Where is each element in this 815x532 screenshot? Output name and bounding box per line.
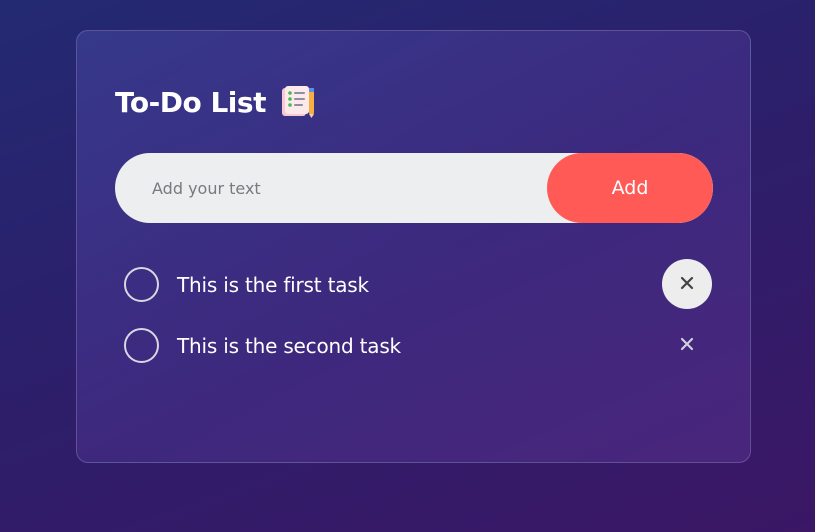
- notepad-pencil-icon: [280, 85, 316, 119]
- close-icon: [680, 336, 694, 355]
- delete-task-button[interactable]: [662, 259, 712, 309]
- task-checkbox[interactable]: [124, 328, 159, 363]
- page-title: To-Do List: [115, 85, 266, 119]
- add-task-bar: Add: [115, 153, 713, 223]
- title-row: To-Do List: [115, 85, 316, 119]
- task-item[interactable]: This is the second task: [124, 328, 401, 363]
- add-button[interactable]: Add: [547, 153, 713, 223]
- task-input[interactable]: [115, 153, 555, 223]
- delete-task-button[interactable]: [662, 320, 712, 370]
- task-text: This is the first task: [177, 272, 369, 297]
- todo-card: To-Do List Add This is the first task: [76, 30, 751, 463]
- task-item[interactable]: This is the first task: [124, 267, 369, 302]
- task-checkbox[interactable]: [124, 267, 159, 302]
- close-icon: [680, 275, 694, 294]
- task-text: This is the second task: [177, 333, 401, 358]
